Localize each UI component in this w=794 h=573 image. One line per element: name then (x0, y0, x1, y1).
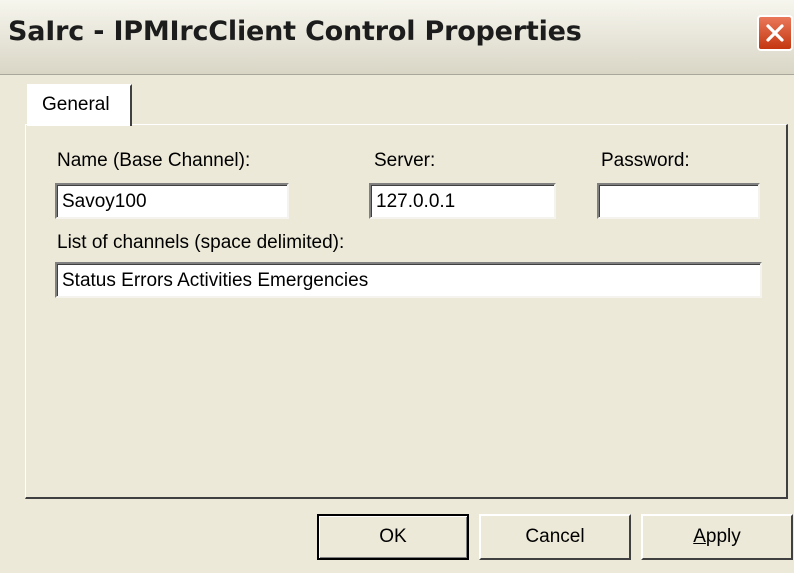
name-label: Name (Base Channel): (57, 150, 251, 171)
server-field-value: 127.0.0.1 (376, 191, 456, 212)
password-label: Password: (601, 150, 690, 171)
ok-button[interactable]: OK (317, 514, 469, 560)
channels-field[interactable]: Status Errors Activities Emergencies (55, 262, 762, 298)
password-field[interactable] (597, 183, 760, 219)
window-title: SaIrc - IPMIrcClient Control Properties (8, 16, 582, 47)
title-bar[interactable]: SaIrc - IPMIrcClient Control Properties (0, 0, 794, 75)
cancel-button-label: Cancel (525, 526, 585, 547)
tab-general[interactable]: General (27, 84, 132, 126)
properties-dialog: SaIrc - IPMIrcClient Control Properties … (0, 0, 794, 573)
close-icon (766, 24, 784, 42)
tab-panel-general: Name (Base Channel): Server: Password: S… (25, 124, 788, 499)
channels-label: List of channels (space delimited): (57, 232, 345, 253)
server-field[interactable]: 127.0.0.1 (369, 183, 556, 219)
channels-field-value: Status Errors Activities Emergencies (62, 270, 369, 291)
tab-general-label: General (42, 94, 110, 115)
cancel-button[interactable]: Cancel (479, 514, 631, 560)
name-field-value: Savoy100 (62, 191, 147, 212)
apply-access-key: A (693, 526, 706, 547)
ok-button-label: OK (379, 526, 407, 547)
close-button[interactable] (757, 15, 793, 51)
name-field[interactable]: Savoy100 (55, 183, 289, 219)
apply-button-label: pply (705, 526, 741, 547)
server-label: Server: (374, 150, 436, 171)
apply-button[interactable]: Apply (641, 514, 793, 560)
